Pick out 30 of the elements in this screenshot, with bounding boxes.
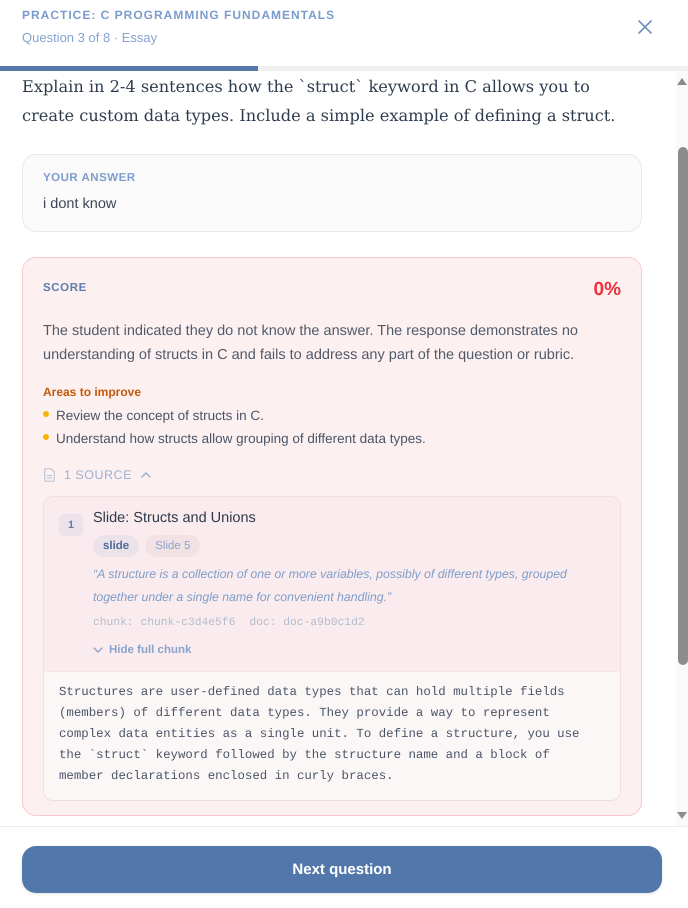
source-quote: “A structure is a collection of one or more variables, possibly of different types, grouped together under a single name for convenient handling.”	[93, 566, 568, 606]
score-label: SCORE	[43, 282, 87, 294]
answer-label: YOUR ANSWER	[43, 171, 137, 186]
improvement-text: Review the concept of structs in C.	[56, 407, 264, 425]
question-counter: Question 3 of 8 · Essay	[22, 29, 158, 47]
chunk-id-text: chunk: chunk-c3d4e5f6	[93, 616, 236, 631]
source-tag: Slide 5	[145, 535, 200, 557]
score-value: 0%	[594, 279, 621, 301]
source-tag: slide	[93, 535, 140, 557]
scroll-up-icon[interactable]	[677, 78, 687, 85]
chunk-text: Structures are user-defined data types that can hold multiple fields (members) of different data types. They provide a way to represent complex data entities as a single unit. To define a structure, you use the `struct` keyword followed by the structure name and a block of member declarations enclosed in curly braces.	[59, 684, 580, 785]
bullet-dot-icon	[43, 434, 49, 440]
source-title: Slide: Structs and Unions	[93, 509, 257, 528]
source-number: 1	[59, 514, 83, 536]
document-icon	[44, 468, 55, 482]
improve-heading: Areas to improve	[43, 384, 142, 400]
feedback-text: The student indicated they do not know the answer. The response demonstrates no understanding of structs in C and fails to address any part of the question or rubric.	[43, 322, 579, 365]
answer-text: i dont know	[43, 195, 118, 214]
question-text: Explain in 2-4 sentences how the `struct` keyword in C allows you to create custom data types. Include a simple example of defining a struct.	[22, 76, 616, 127]
scrollbar-track[interactable]	[676, 71, 688, 826]
doc-id-text: doc: doc-a9b0c1d2	[249, 616, 365, 631]
bullet-dot-icon	[43, 411, 49, 417]
practice-title: PRACTICE: C PROGRAMMING FUNDAMENTALS	[22, 7, 336, 23]
sources-toggle[interactable]: 1 SOURCE	[43, 466, 151, 484]
scrollbar-thumb[interactable]	[678, 147, 688, 665]
close-icon[interactable]	[638, 20, 652, 34]
chunk-toggle[interactable]: Hide full chunk	[93, 642, 192, 658]
improvement-text: Understand how structs allow grouping of different data types.	[56, 430, 426, 448]
scroll-down-icon[interactable]	[677, 812, 687, 819]
next-question-button[interactable]: Next question	[22, 846, 662, 893]
